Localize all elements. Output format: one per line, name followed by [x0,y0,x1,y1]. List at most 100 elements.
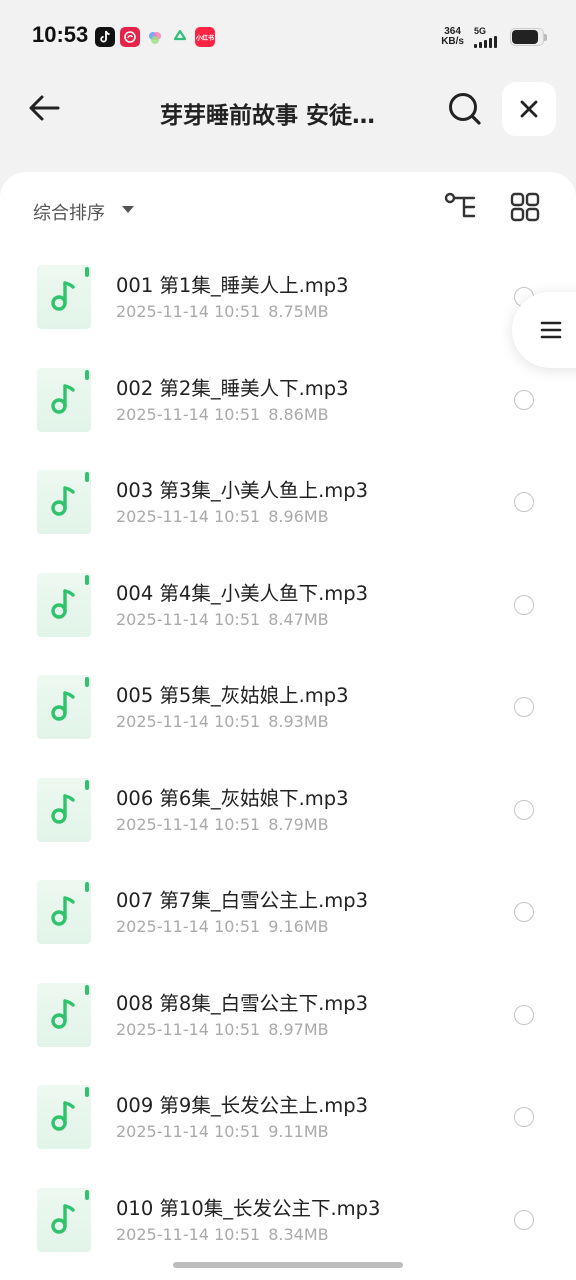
audio-file-icon [37,470,91,534]
top-navigation: 芽芽睡前故事 安徒… [0,76,576,146]
file-row[interactable]: 007 第7集_白雪公主上.mp3 2025-11-14 10:51 9.16MB [0,863,576,966]
file-size: 8.34MB [268,1224,329,1244]
file-name: 010 第10集_长发公主下.mp3 [116,1196,381,1220]
file-size: 8.79MB [268,814,329,834]
notification-icons: 小红书 [95,27,215,47]
tree-structure-icon [444,192,476,218]
search-icon [449,93,481,125]
network-speed: 364 KB/s [441,27,464,47]
file-meta: 2025-11-14 10:51 8.79MB [116,815,329,834]
file-row[interactable]: 001 第1集_睡美人上.mp3 2025-11-14 10:51 8.75MB [0,248,576,351]
xiaohongshu-label: 小红书 [195,34,214,42]
xiaohongshu-icon: 小红书 [195,27,215,47]
close-icon [520,100,538,118]
toolbar-row: 综合排序 [0,172,576,248]
file-row[interactable]: 010 第10集_长发公主下.mp3 2025-11-14 10:51 8.34M… [0,1171,576,1274]
status-time: 10:53 [32,22,89,47]
file-meta: 2025-11-14 10:51 8.86MB [116,405,329,424]
grid-view-button[interactable] [510,192,546,228]
status-bar: 10:53 小红书 364 KB/s 5G [0,0,576,76]
sort-dropdown[interactable]: 综合排序 [33,199,105,225]
file-name: 004 第4集_小美人鱼下.mp3 [116,581,369,605]
file-row[interactable]: 008 第8集_白雪公主下.mp3 2025-11-14 10:51 8.97MB [0,966,576,1069]
file-date: 2025-11-14 10:51 [116,917,261,936]
signal-bars [474,36,497,48]
file-row[interactable]: 005 第5集_灰姑娘上.mp3 2025-11-14 10:51 8.93MB [0,658,576,761]
home-indicator[interactable] [173,1262,403,1268]
audio-file-icon [37,880,91,944]
tree-view-button[interactable] [444,192,484,228]
file-size: 9.11MB [268,1122,329,1141]
select-radio[interactable] [514,697,534,717]
arrow-left-icon [29,95,60,121]
network-type: 5G [474,26,487,36]
file-row[interactable]: 003 第3集_小美人鱼上.mp3 2025-11-14 10:51 8.96MB [0,453,576,556]
recycle-app-icon [170,27,190,47]
audio-file-icon [37,265,91,329]
audio-file-icon [37,675,91,739]
cloud-app-icon [145,27,165,47]
file-row[interactable]: 004 第4集_小美人鱼下.mp3 2025-11-14 10:51 8.47MB [0,556,576,659]
network-speed-unit: KB/s [441,36,464,47]
file-date: 2025-11-14 10:51 [116,1224,261,1244]
audio-file-icon [37,1187,91,1252]
signal-icon: 5G [472,26,502,48]
select-radio[interactable] [514,1107,534,1127]
grid-icon [510,192,540,222]
audio-file-icon [37,1085,91,1149]
file-date: 2025-11-14 10:51 [116,404,261,424]
file-size: 8.75MB [268,302,329,321]
file-meta: 2025-11-14 10:51 8.75MB [116,302,329,321]
file-date: 2025-11-14 10:51 [116,609,261,629]
file-size: 9.16MB [268,917,329,936]
file-date: 2025-11-14 10:51 [116,507,261,526]
audio-file-icon [37,777,91,842]
select-radio[interactable] [514,902,534,922]
select-radio[interactable] [514,389,534,410]
music-app-icon [120,27,140,47]
file-row[interactable]: 009 第9集_长发公主上.mp3 2025-11-14 10:51 9.11MB [0,1068,576,1171]
file-date: 2025-11-14 10:51 [116,1019,261,1039]
page-title: 芽芽睡前故事 安徒… [160,103,376,129]
select-radio[interactable] [514,1209,534,1230]
tiktok-icon [95,27,115,47]
caret-down-icon[interactable] [122,206,134,213]
select-radio[interactable] [514,492,534,512]
battery-icon [510,28,547,46]
file-list: 001 第1集_睡美人上.mp3 2025-11-14 10:51 8.75MB … [0,248,576,1273]
search-button[interactable] [444,88,486,130]
file-date: 2025-11-14 10:51 [116,302,261,321]
file-meta: 2025-11-14 10:51 8.34MB [116,1225,329,1244]
file-size: 8.86MB [268,404,329,424]
file-date: 2025-11-14 10:51 [116,712,261,731]
file-meta: 2025-11-14 10:51 9.11MB [116,1122,329,1141]
file-row[interactable]: 002 第2集_睡美人下.mp3 2025-11-14 10:51 8.86MB [0,351,576,454]
close-button[interactable] [502,82,556,136]
audio-file-icon [37,572,91,637]
file-meta: 2025-11-14 10:51 8.47MB [116,610,329,629]
file-name: 009 第9集_长发公主上.mp3 [116,1094,369,1117]
file-meta: 2025-11-14 10:51 8.96MB [116,507,329,526]
file-row[interactable]: 006 第6集_灰姑娘下.mp3 2025-11-14 10:51 8.79MB [0,761,576,864]
file-meta: 2025-11-14 10:51 8.93MB [116,712,329,731]
audio-file-icon [37,367,91,432]
file-meta: 2025-11-14 10:51 8.97MB [116,1020,329,1039]
audio-file-icon [37,982,91,1047]
file-name: 003 第3集_小美人鱼上.mp3 [116,479,369,502]
file-size: 8.93MB [268,712,329,731]
file-name: 007 第7集_白雪公主上.mp3 [116,889,369,912]
select-radio[interactable] [514,594,534,615]
file-name: 008 第8集_白雪公主下.mp3 [116,991,369,1015]
status-indicators: 364 KB/s 5G [441,26,547,48]
back-button[interactable] [24,88,64,128]
select-radio[interactable] [514,799,534,820]
file-date: 2025-11-14 10:51 [116,1122,261,1141]
file-size: 8.97MB [268,1019,329,1039]
file-name: 001 第1集_睡美人上.mp3 [116,274,349,297]
menu-icon [540,321,562,339]
select-radio[interactable] [514,1004,534,1025]
file-date: 2025-11-14 10:51 [116,814,261,834]
file-size: 8.96MB [268,507,329,526]
file-meta: 2025-11-14 10:51 9.16MB [116,917,329,936]
file-name: 002 第2集_睡美人下.mp3 [116,376,349,400]
